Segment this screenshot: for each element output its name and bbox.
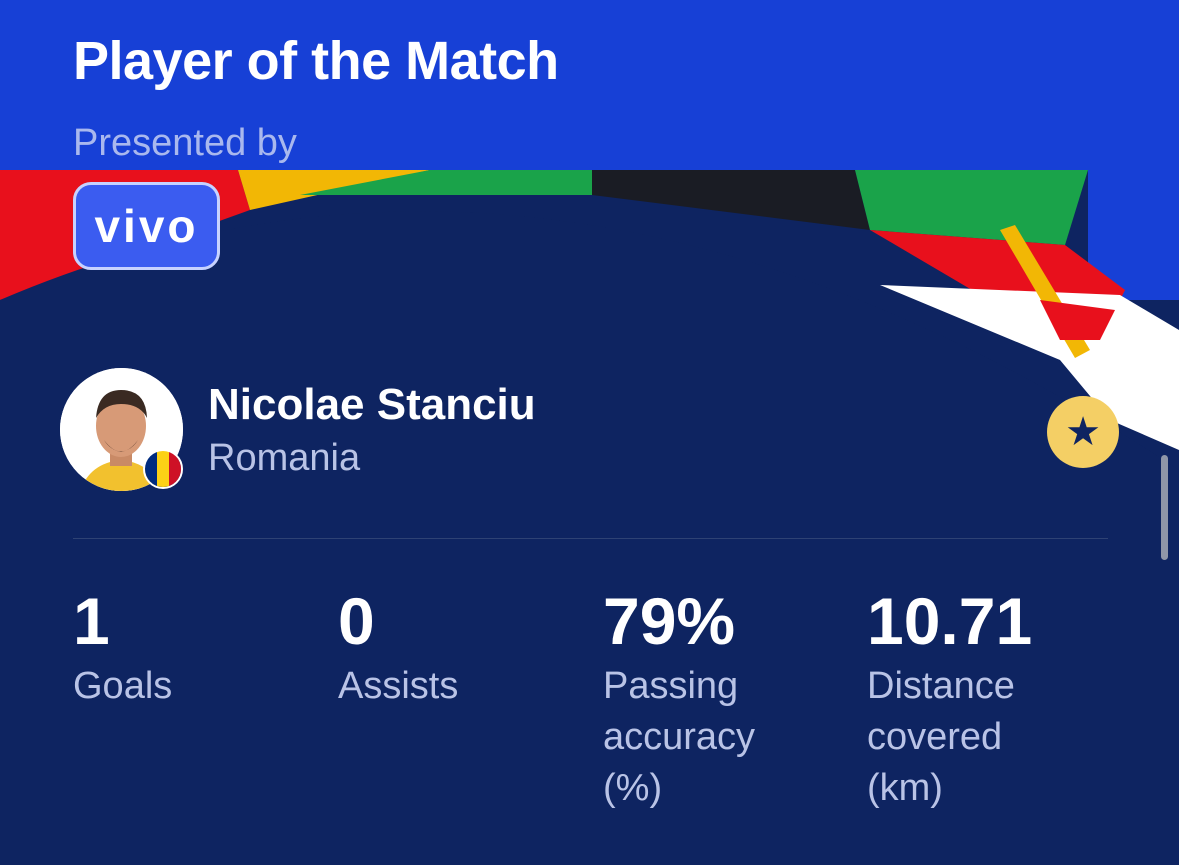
divider	[73, 538, 1108, 539]
page-title: Player of the Match	[73, 31, 559, 91]
stat-label: Passing accuracy (%)	[603, 665, 756, 809]
stat-value: 1	[73, 584, 110, 658]
flag-stripe	[157, 451, 169, 487]
stat-goals: 1 Goals	[73, 585, 313, 712]
stat-label: Assists	[338, 665, 459, 707]
stat-value: 79%	[603, 584, 736, 658]
stat-label: Goals	[73, 665, 173, 707]
sponsor-logo: vivo	[73, 182, 220, 270]
scrollbar[interactable]	[1161, 455, 1168, 560]
country-flag-icon	[143, 449, 183, 489]
flag-stripe	[145, 451, 157, 487]
stat-value: 10.71	[867, 584, 1033, 658]
stat-distance-covered: 10.71 Distance covered (km)	[867, 585, 1107, 814]
potm-card: Player of the Match Presented by vivo Ni…	[0, 0, 1179, 865]
player-name[interactable]: Nicolae Stanciu	[208, 380, 536, 430]
stat-assists: 0 Assists	[338, 585, 578, 712]
stat-value: 0	[338, 584, 375, 658]
stat-passing-accuracy: 79% Passing accuracy (%)	[603, 585, 843, 814]
presented-by-label: Presented by	[73, 122, 297, 164]
star-icon: ★	[1065, 410, 1101, 454]
favorite-button[interactable]: ★	[1047, 396, 1119, 468]
stat-label: Distance covered (km)	[867, 665, 1015, 809]
player-country: Romania	[208, 437, 361, 479]
